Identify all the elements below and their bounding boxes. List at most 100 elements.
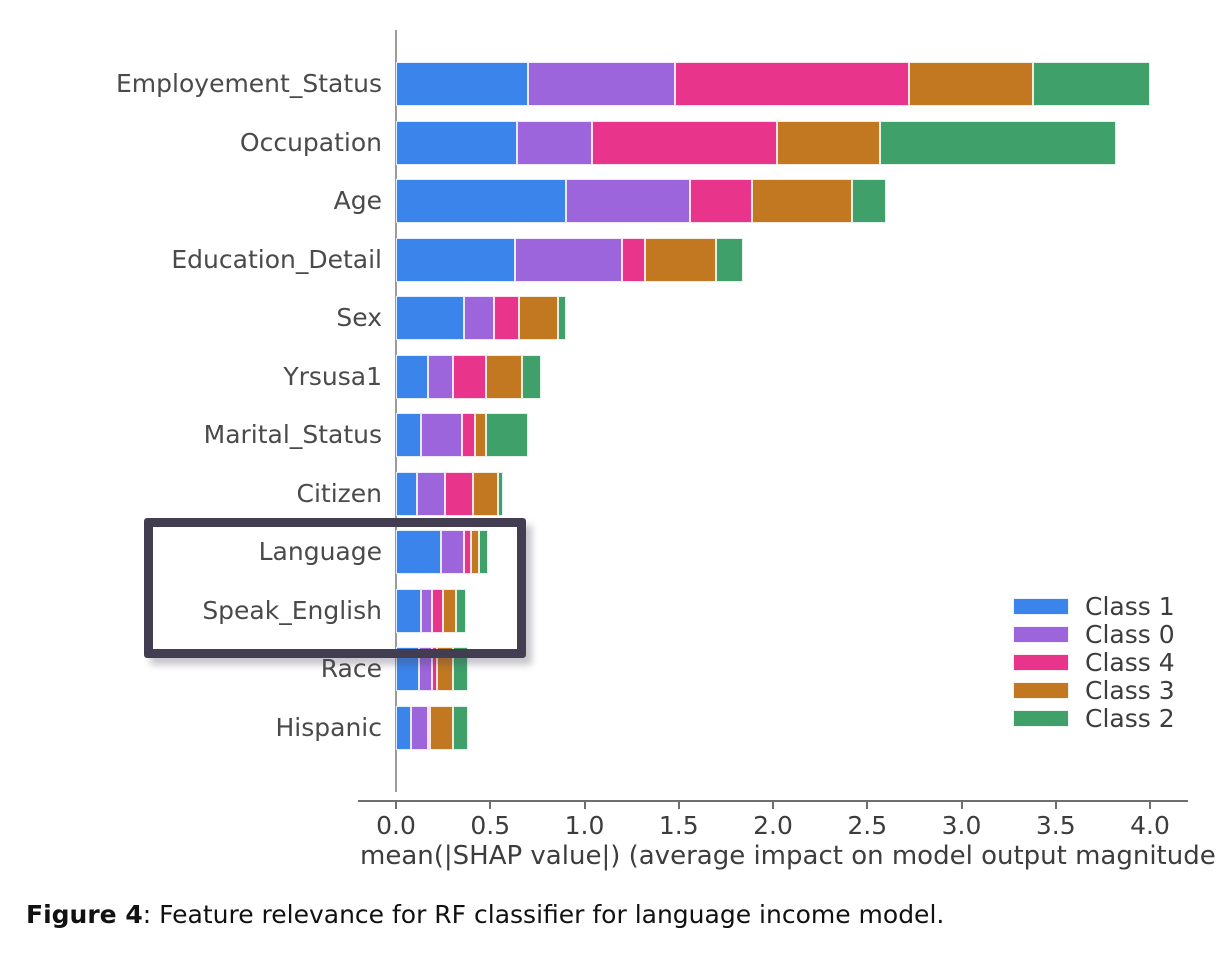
legend-label: Class 4 [1085,647,1175,677]
y-axis-label: Employement_Status [116,69,382,98]
bar-segment [486,413,528,457]
bar-segment [527,62,675,106]
bar-segment [396,530,442,574]
bar-row [396,296,566,340]
bar-segment [716,237,743,282]
bar-segment [463,530,472,574]
bar-row [396,237,743,282]
bar-row [396,120,1117,165]
bar-segment [880,120,1117,165]
bar-segment [452,354,487,399]
legend-item: Class 2 [1013,703,1175,733]
x-axis-tick [1054,800,1057,809]
bar-segment [420,588,432,633]
bar-segment [452,647,468,691]
x-axis-tick-label: 0.5 [470,811,511,840]
x-axis-title: mean(|SHAP value|) (average impact on mo… [360,841,1216,871]
x-axis-tick-label: 2.0 [753,811,793,840]
x-axis-tick [395,800,397,809]
legend-color-swatch [1013,709,1069,727]
bar-segment [644,237,717,282]
y-axis-label: Sex [336,303,382,332]
x-axis-tick-label: 2.5 [847,811,888,840]
figure-caption-text: : Feature relevance for RF classifier fo… [142,900,945,929]
x-axis-tick [489,800,492,809]
x-axis-tick [866,800,869,809]
bar-row [396,647,468,691]
bar-segment [396,647,419,691]
legend: Class 1 Class 0 Class 4 Class 3 Class 2 [1013,591,1175,733]
bar-segment [690,179,753,223]
legend-label: Class 2 [1085,703,1175,733]
bar-row [396,62,1150,106]
y-axis-label: Education_Detail [171,244,382,274]
y-axis-label: Hispanic [275,712,383,742]
bar-segment [396,588,421,633]
bar-row [396,588,466,633]
x-axis-tick-label: 1.5 [658,811,699,840]
bar-segment [558,296,566,340]
bar-segment [494,296,519,340]
bar-segment [752,179,853,223]
bar-segment [456,588,466,633]
x-axis-tick-label: 0.0 [376,811,416,840]
bar-segment [463,296,495,340]
legend-label: Class 3 [1085,675,1175,705]
x-axis-tick-label: 3.5 [1035,811,1076,840]
legend-color-swatch [1013,653,1069,671]
y-axis-label: Language [258,537,382,566]
bar-segment [428,354,453,399]
bar-segment [443,588,457,633]
y-axis-label: Speak_English [202,595,382,625]
figure-caption: Figure 4: Feature relevance for RF class… [26,900,944,929]
bar-segment [418,647,432,691]
bar-segment [452,705,468,750]
x-axis-tick-label: 1.0 [564,811,605,840]
y-axis-label: Yrsusa1 [283,361,382,391]
y-axis-label: Age [333,186,382,215]
bar-row [396,354,542,399]
bar-segment [471,530,479,574]
y-axis-label: Race [320,654,382,683]
bar-segment [396,471,417,516]
x-axis-tick-label: 3.0 [941,811,982,840]
bar-segment [852,179,887,223]
figure-caption-label: Figure 4 [26,900,143,929]
bar-segment [396,62,528,106]
bar-segment [396,237,515,282]
bar-row [396,705,468,750]
bar-segment [473,471,498,516]
bar-segment [478,530,489,574]
bar-segment [396,179,566,223]
legend-label: Class 1 [1085,591,1175,621]
bar-segment [565,179,691,223]
bar-segment [411,705,429,750]
y-axis-label: Marital_Status [203,420,382,449]
x-axis-tick [960,800,963,809]
bar-row [396,413,528,457]
bar-row [396,530,489,574]
bar-segment [592,120,777,165]
bar-segment [514,237,623,282]
legend-item: Class 4 [1013,647,1175,677]
legend-label: Class 0 [1085,619,1175,649]
legend-color-swatch [1013,597,1069,615]
bar-segment [416,471,445,516]
shap-feature-importance-figure: Employement_Status Occupation Age Education… [0,0,1228,880]
bar-segment [431,588,444,633]
bar-segment [475,413,487,457]
y-axis-label: Citizen [296,478,383,508]
bar-segment [518,296,559,340]
bar-segment [622,237,645,282]
legend-color-swatch [1013,681,1069,699]
bar-segment [1033,62,1150,106]
bar-row [396,471,504,516]
x-axis-tick [583,800,586,809]
bar-row [396,179,887,223]
y-axis-label: Occupation [239,127,382,157]
bar-segment [437,647,453,691]
bar-segment [396,120,517,165]
bar-segment [445,471,474,516]
bar-segment [461,413,476,457]
bar-segment [908,62,1034,106]
